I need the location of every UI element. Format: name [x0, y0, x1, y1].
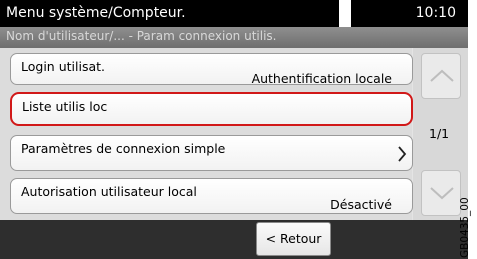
list-item-label: Paramètres de connexion simple [21, 141, 226, 156]
list-item-parametres-connexion-simple[interactable]: Paramètres de connexion simple [10, 135, 413, 171]
image-code: GB0435_00 [459, 197, 471, 258]
list-item-login-utilisat[interactable]: Login utilisat. Authentification locale [10, 53, 413, 85]
scroll-up-button[interactable] [421, 53, 461, 99]
title-bar: Menu système/Compteur. 10:10 [0, 0, 468, 27]
list-item-liste-utilis-loc[interactable]: Liste utilis loc [10, 92, 413, 126]
arrow-up-icon [430, 69, 454, 82]
list-item-label: Liste utilis loc [22, 99, 108, 114]
breadcrumb: Nom d'utilisateur/... - Param connexion … [0, 27, 468, 48]
list-item-autorisation-utilisateur-local[interactable]: Autorisation utilisateur local Désactivé [10, 178, 413, 214]
scroll-down-button[interactable] [421, 170, 461, 216]
footer-bar: < Retour [0, 220, 468, 259]
list-item-label: Login utilisat. [21, 59, 105, 74]
arrow-down-icon [430, 187, 454, 200]
list-item-value: Authentification locale [251, 71, 392, 85]
screen: Menu système/Compteur. 10:10 Nom d'utili… [0, 0, 468, 259]
list-item-label: Autorisation utilisateur local [21, 184, 197, 199]
list-item-value: Désactivé [330, 197, 392, 212]
scroll-panel: 1/1 [413, 48, 468, 220]
clock: 10:10 [415, 5, 456, 21]
title-separator [339, 0, 351, 27]
back-button[interactable]: < Retour [256, 222, 331, 256]
screen-title: Menu système/Compteur. [6, 5, 186, 21]
page-indicator: 1/1 [429, 126, 450, 141]
chevron-right-icon [397, 144, 407, 168]
